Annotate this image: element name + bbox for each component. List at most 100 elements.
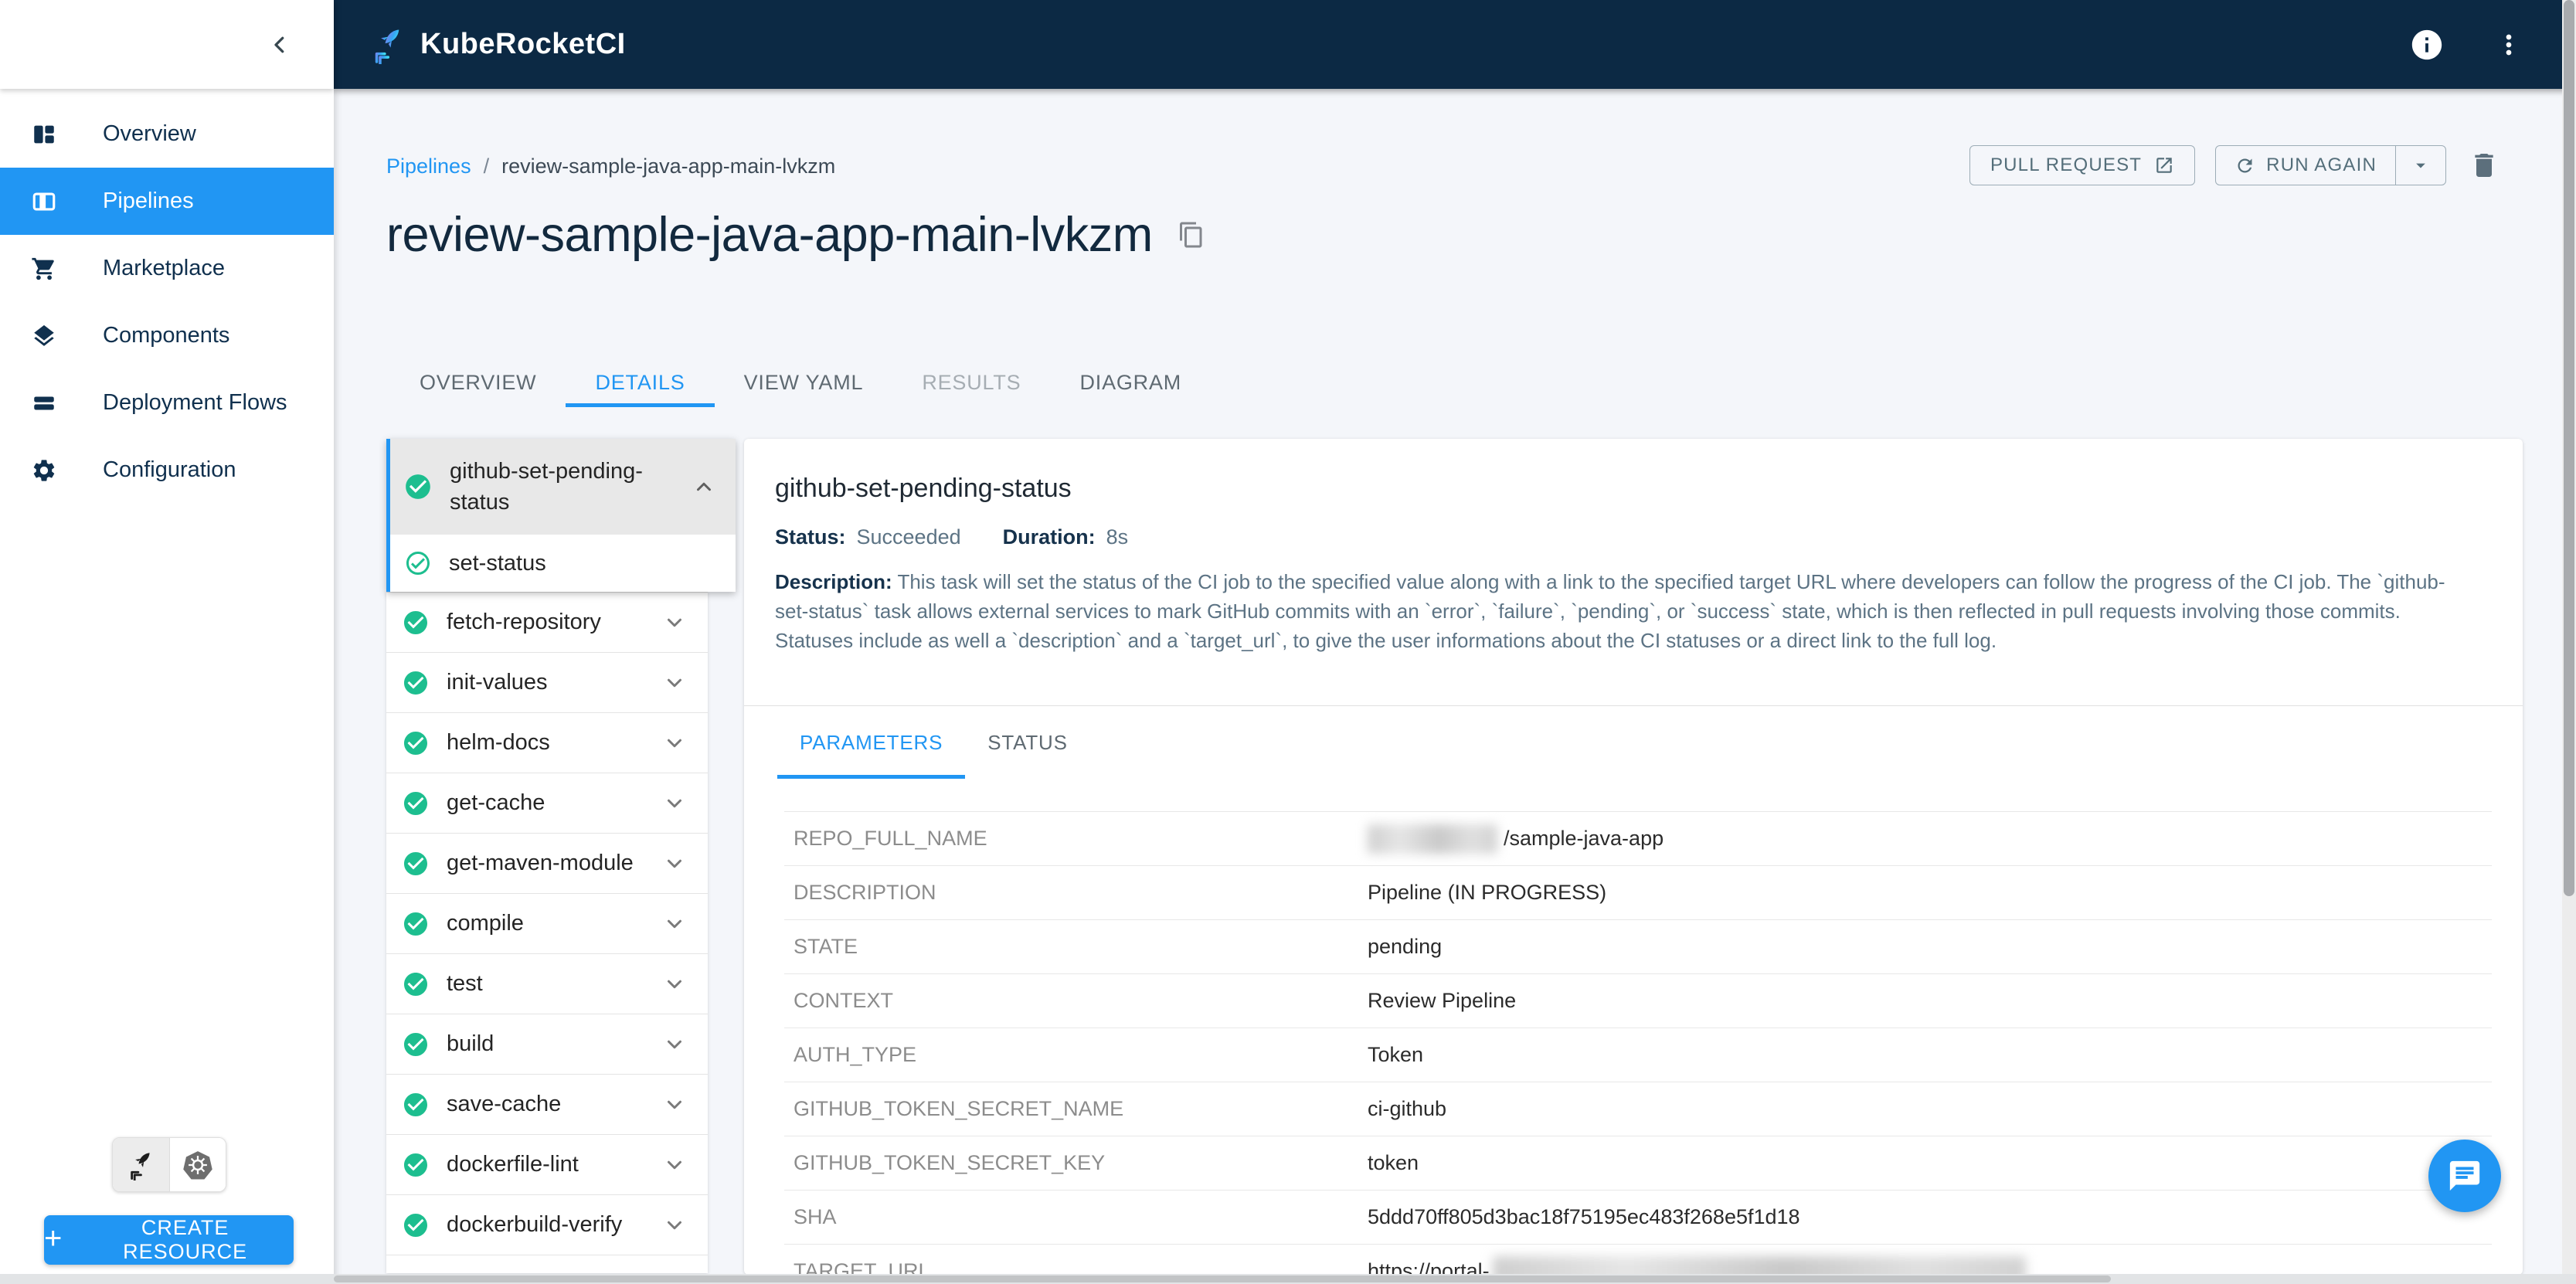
chevron-down-icon [663, 792, 686, 815]
sidebar-item-components[interactable]: Components [0, 302, 334, 369]
pipelines-icon [31, 189, 57, 215]
chevron-down-icon [663, 1214, 686, 1237]
tab-view-yaml[interactable]: VIEW YAML [715, 362, 893, 407]
task-label: fetch-repository [447, 610, 601, 634]
task-label: save-cache [447, 1092, 562, 1116]
info-button[interactable] [2406, 24, 2448, 66]
task-description: Description: This task will set the stat… [775, 567, 2463, 655]
tab-details[interactable]: DETAILS [566, 362, 715, 407]
description-label: Description: [775, 570, 892, 593]
create-resource-button[interactable]: + CREATE RESOURCE [44, 1215, 294, 1265]
task-row-compile[interactable]: compile [386, 894, 708, 954]
sidebar-item-configuration[interactable]: Configuration [0, 436, 334, 504]
task-row-init-values[interactable]: init-values [386, 653, 708, 713]
vertical-scrollbar-thumb[interactable] [2564, 0, 2574, 896]
horizontal-scrollbar[interactable] [0, 1274, 2576, 1284]
task-row-get-cache[interactable]: get-cache [386, 773, 708, 834]
task-row-partial[interactable] [386, 1255, 708, 1273]
parameters-table: REPO_FULL_NAME /sample-java-app DESCRIPT… [784, 811, 2492, 1275]
param-value: 5ddd70ff805d3bac18f75195ec483f268e5f1d18 [1368, 1205, 1800, 1228]
check-circle-icon [402, 1091, 430, 1119]
delete-pipeline-button[interactable] [2466, 148, 2502, 183]
brand-name: KubeRocketCI [420, 28, 626, 60]
task-list: fetch-repository init-values helm-docs g… [386, 592, 708, 1273]
task-row-dockerfile-lint[interactable]: dockerfile-lint [386, 1135, 708, 1195]
task-row-save-cache[interactable]: save-cache [386, 1075, 708, 1135]
chevron-left-icon [268, 33, 291, 56]
kubernetes-style-button[interactable] [169, 1138, 226, 1191]
create-resource-label: CREATE RESOURCE [123, 1216, 248, 1263]
sidebar-item-label: Overview [103, 121, 196, 146]
sidebar-nav: Overview Pipelines Marketplace Component… [0, 100, 334, 504]
refresh-icon [2234, 155, 2255, 176]
run-again-label: RUN AGAIN [2266, 155, 2377, 175]
chevron-down-icon [663, 973, 686, 996]
task-row-test[interactable]: test [386, 954, 708, 1014]
check-circle-icon [402, 790, 430, 817]
status-value: Succeeded [856, 525, 961, 549]
tab-results: RESULTS [922, 370, 1021, 394]
param-value: pending [1368, 935, 1443, 958]
chat-fab-button[interactable] [2428, 1140, 2501, 1212]
task-row-dockerbuild-verify[interactable]: dockerbuild-verify [386, 1195, 708, 1255]
param-value: Pipeline (IN PROGRESS) [1368, 881, 1607, 904]
sidebar-collapse-button[interactable] [255, 20, 304, 70]
param-name: DESCRIPTION [794, 881, 936, 904]
copy-title-button[interactable] [1174, 218, 1208, 252]
task-label: compile [447, 911, 524, 936]
task-row-helm-docs[interactable]: helm-docs [386, 713, 708, 773]
task-github-set-pending-status[interactable]: github-set-pending-status [390, 439, 736, 535]
task-details-panel: github-set-pending-status Status: Succee… [744, 439, 2523, 1275]
tab-diagram[interactable]: DIAGRAM [1050, 362, 1211, 407]
sidebar-item-pipelines[interactable]: Pipelines [0, 168, 334, 235]
rocket-style-button[interactable] [113, 1138, 169, 1191]
open-in-new-icon [2154, 155, 2174, 175]
sidebar-item-label: Components [103, 323, 230, 348]
sidebar-item-deployment-flows[interactable]: Deployment Flows [0, 369, 334, 436]
step-set-status[interactable]: set-status [390, 535, 736, 592]
chevron-down-icon [663, 732, 686, 755]
sidebar-header [0, 0, 334, 89]
check-circle-outline-icon [404, 549, 432, 577]
task-row-fetch-repository[interactable]: fetch-repository [386, 593, 708, 653]
step-label: set-status [449, 550, 546, 576]
param-value: token [1368, 1151, 1419, 1174]
page-title: review-sample-java-app-main-lvkzm [386, 208, 1153, 262]
overview-icon [31, 121, 57, 148]
more-menu-button[interactable] [2488, 24, 2530, 66]
check-circle-icon [402, 910, 430, 938]
sidebar-item-overview[interactable]: Overview [0, 100, 334, 168]
table-row: DESCRIPTION Pipeline (IN PROGRESS) [784, 865, 2492, 919]
sidebar-item-marketplace[interactable]: Marketplace [0, 235, 334, 302]
table-row: REPO_FULL_NAME /sample-java-app [784, 811, 2492, 865]
run-again-button[interactable]: RUN AGAIN [2216, 146, 2395, 185]
info-icon [2409, 27, 2445, 63]
horizontal-scrollbar-thumb[interactable] [334, 1276, 2111, 1282]
vertical-scrollbar[interactable] [2562, 0, 2576, 1284]
param-name: TARGET_URL [794, 1259, 930, 1276]
sidebar-item-label: Pipelines [103, 189, 194, 213]
run-again-dropdown-button[interactable] [2395, 146, 2445, 185]
table-row: SHA 5ddd70ff805d3bac18f75195ec483f268e5f… [784, 1190, 2492, 1244]
description-text: This task will set the status of the CI … [775, 570, 2445, 652]
table-row: GITHUB_TOKEN_SECRET_NAME ci-github [784, 1082, 2492, 1136]
check-circle-icon [402, 1031, 430, 1058]
tab-parameters[interactable]: PARAMETERS [777, 711, 966, 779]
pull-request-button[interactable]: PULL REQUEST [1969, 145, 2196, 185]
chevron-down-icon [663, 1033, 686, 1056]
breadcrumb-current: review-sample-java-app-main-lvkzm [501, 155, 836, 178]
pipeline-tabs: OVERVIEW DETAILS VIEW YAML RESULTS DIAGR… [390, 362, 1211, 407]
check-circle-icon [402, 850, 430, 878]
check-circle-icon [402, 1211, 430, 1239]
chat-icon [2447, 1158, 2483, 1194]
tab-status[interactable]: STATUS [965, 711, 1090, 779]
task-label: get-maven-module [447, 851, 634, 875]
task-row-get-maven-module[interactable]: get-maven-module [386, 834, 708, 894]
tab-overview[interactable]: OVERVIEW [390, 362, 566, 407]
chevron-down-icon [663, 852, 686, 875]
param-value: ci-github [1368, 1097, 1447, 1120]
task-row-build[interactable]: build [386, 1014, 708, 1075]
table-row: CONTEXT Review Pipeline [784, 973, 2492, 1028]
brand: KubeRocketCI [369, 25, 626, 64]
breadcrumb-pipelines-link[interactable]: Pipelines [386, 155, 471, 178]
